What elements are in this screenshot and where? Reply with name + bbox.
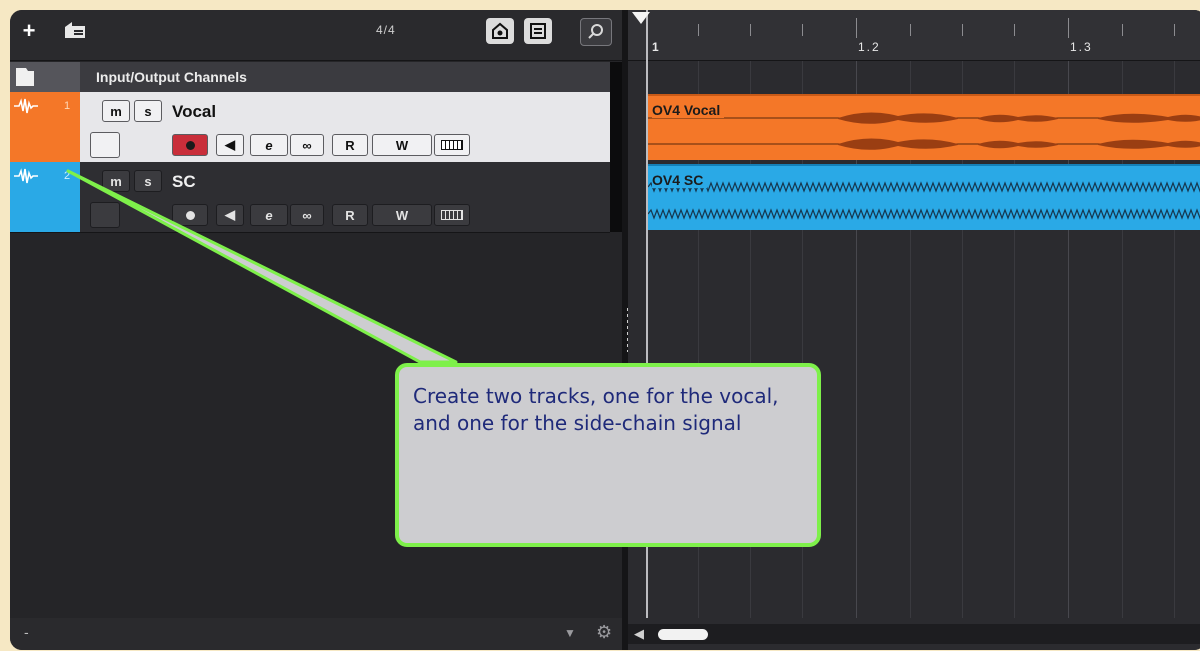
callout-text: Create two tracks, one for the vocal, an… bbox=[413, 384, 779, 435]
callout-pointer bbox=[66, 169, 458, 364]
annotation-callout: Create two tracks, one for the vocal, an… bbox=[395, 363, 821, 547]
